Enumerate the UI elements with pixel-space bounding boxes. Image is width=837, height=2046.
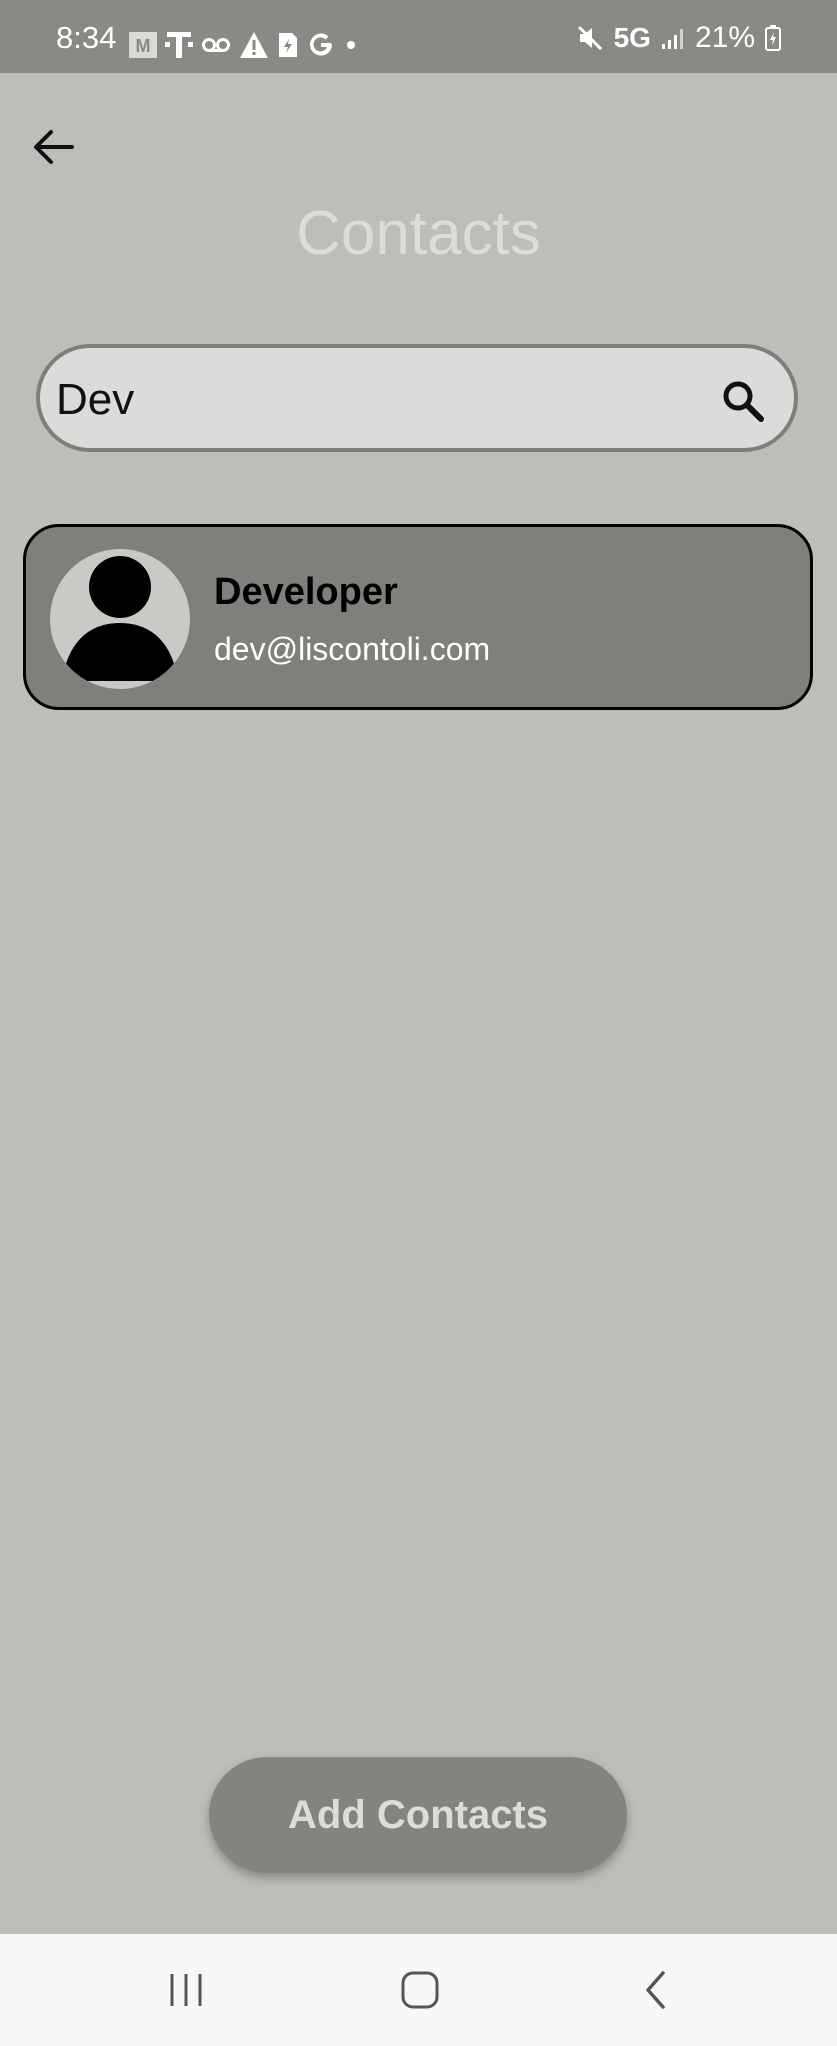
tmobile-icon bbox=[165, 30, 193, 60]
search-icon[interactable] bbox=[720, 378, 766, 424]
arrow-left-icon bbox=[34, 130, 74, 164]
battery-level: 21% bbox=[694, 21, 755, 54]
voicemail-icon bbox=[201, 35, 231, 55]
network-type: 5G bbox=[613, 22, 651, 53]
system-status: 5G 21% bbox=[576, 20, 781, 56]
home-icon bbox=[401, 1971, 439, 2009]
gmail-icon: M bbox=[129, 32, 157, 58]
warning-icon bbox=[239, 31, 269, 59]
add-contacts-button[interactable]: Add Contacts bbox=[209, 1757, 627, 1873]
dot-icon bbox=[343, 37, 359, 53]
recents-button[interactable] bbox=[156, 1962, 216, 2018]
recents-icon bbox=[170, 1974, 202, 2006]
mute-icon bbox=[576, 24, 604, 52]
contact-name: Developer bbox=[214, 571, 398, 613]
sim-icon bbox=[277, 31, 299, 59]
google-icon bbox=[307, 31, 335, 59]
avatar bbox=[50, 549, 190, 689]
person-icon bbox=[62, 556, 178, 681]
nav-back-button[interactable] bbox=[626, 1962, 686, 2018]
search-bar bbox=[36, 344, 798, 452]
page-title: Contacts bbox=[296, 199, 541, 268]
search-input[interactable] bbox=[56, 366, 696, 434]
notification-icons: M bbox=[129, 25, 359, 65]
navigation-bar bbox=[0, 1934, 837, 2046]
contact-email: dev@liscontoli.com bbox=[214, 631, 491, 667]
home-button[interactable] bbox=[390, 1962, 450, 2018]
svg-text:M: M bbox=[136, 36, 151, 56]
contact-card[interactable]: Developer dev@liscontoli.com bbox=[23, 524, 813, 710]
status-time: 8:34 bbox=[56, 20, 117, 55]
back-button[interactable] bbox=[28, 122, 78, 172]
status-bar: 8:34 M 5G 21% bbox=[0, 0, 837, 73]
battery-icon bbox=[765, 25, 781, 51]
signal-icon bbox=[661, 26, 685, 50]
back-icon bbox=[646, 1971, 665, 2009]
